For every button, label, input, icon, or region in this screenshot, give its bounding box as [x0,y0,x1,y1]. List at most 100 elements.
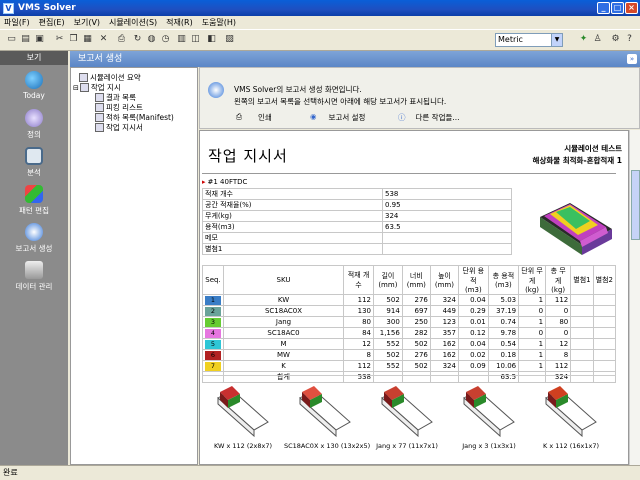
cell-uw: 1 [518,338,547,350]
cut-icon[interactable]: ✂ [54,34,65,45]
seq-cell: 4 [202,327,224,339]
sidebar: 보기 Today 정의 분석 패턴 편집 보고서 생성 데이터 관리 [0,51,68,465]
col-header: 별첨2 [592,265,617,295]
gear-icon [25,109,43,127]
menu-simulation[interactable]: 시뮬레이션(S) [109,17,157,28]
col-header: 너비 (mm) [401,265,431,295]
menu-view[interactable]: 보기(V) [74,17,100,28]
cell-uv: 0.09 [457,360,489,372]
container-name: #1 40FTDC [207,178,248,186]
sku-cell: MW [223,349,344,361]
database-icon [25,261,43,279]
copy-icon[interactable]: ❐ [68,34,79,45]
title-bar: V VMS Solver _ □ × [0,0,640,16]
data-icon[interactable]: ◧ [206,34,217,45]
cell-tw: 12 [545,338,572,350]
sidebar-item-data[interactable]: 데이터 관리 [0,261,68,292]
cell-uv: 0.02 [457,349,489,361]
seq-swatch: 5 [205,339,221,349]
units-select-value: Metric [498,35,523,44]
report-settings-action[interactable]: ◉ 보고서 설정 [310,112,365,123]
collapse-icon[interactable]: » [627,54,637,64]
paste-icon[interactable]: ▦ [82,34,93,45]
report-title: 작업 지시서 [208,147,288,165]
table-row: 1 KW 112 502 276 324 0.04 5.03 1 112 [202,294,617,306]
prop-label: 메모 [202,232,383,244]
print-action[interactable]: ⎙ 인쇄 [236,112,272,123]
cell-note1 [570,327,594,339]
cell-uw: 1 [518,360,547,372]
pin-icon[interactable]: ✦ [578,34,589,45]
info-icon: ⓘ [398,113,406,122]
report-icon[interactable]: ▥ [176,34,187,45]
seq-swatch: 3 [205,317,221,327]
col-header: 단위 용적 (m3) [457,265,489,295]
sidebar-item-analysis[interactable]: 분석 [0,147,68,178]
maximize-button[interactable]: □ [611,2,624,14]
chart-icon[interactable]: ▨ [224,34,235,45]
cell-qty: 84 [343,327,374,339]
sku-cell: M [223,338,344,350]
info-line-2: 왼쪽의 보고서 목록을 선택하시면 아래에 해당 보고서가 표시됩니다. [234,97,447,106]
scrollbar-thumb[interactable] [631,170,640,240]
clock-icon[interactable]: ◷ [160,34,171,45]
sidebar-item-definition[interactable]: 정의 [0,109,68,140]
cell-qty: 112 [343,294,374,306]
container-properties: 적재 개수 538 공간 적재율(%) 0.95 무게(kg) 324 용적(m3) 6… [202,188,512,255]
help-icon[interactable]: ? [624,34,635,45]
print-action-label: 인쇄 [258,113,272,122]
refresh-icon[interactable]: ↻ [132,34,143,45]
cell-uv: 0.29 [457,305,489,317]
col-header: Seq. [202,265,224,295]
cell-l: 300 [373,316,403,328]
chevron-down-icon[interactable]: ▼ [551,34,562,46]
print-icon[interactable]: ⎙ [116,34,127,45]
cell-tv: 0.18 [487,349,520,361]
new-icon[interactable]: ▭ [6,34,17,45]
close-button[interactable]: × [625,2,638,14]
sidebar-item-pattern-edit[interactable]: 패턴 편집 [0,185,68,216]
cell-l: 552 [373,338,403,350]
report-icon [208,82,224,98]
prop-row: 무게(kg) 324 [202,210,512,222]
user-icon[interactable]: ♙ [592,34,603,45]
prop-value [382,243,512,255]
cell-uw: 1 [518,294,547,306]
pattern-icon [25,185,43,203]
units-select[interactable]: Metric ▼ [495,33,563,47]
collapse-toggle-icon[interactable]: ⊟ [73,84,79,92]
vertical-scrollbar[interactable] [629,130,640,465]
sidebar-item-today[interactable]: Today [0,71,68,100]
cell-qty: 12 [343,338,374,350]
globe-icon[interactable]: ◍ [146,34,157,45]
cell-h: 123 [429,316,459,328]
seq-cell: 6 [202,349,224,361]
sidebar-item-label: 분석 [27,168,41,177]
cell-tv: 0.74 [487,316,520,328]
menu-help[interactable]: 도움말(H) [202,17,236,28]
table-row: 2 SC18AC0X 130 914 697 449 0.29 37.19 0 0 [202,305,617,317]
table-row: 6 MW 8 502 276 162 0.02 0.18 1 8 [202,349,617,361]
prop-row: 적재 개수 538 [202,188,512,200]
tree-item-work-order[interactable]: 작업 지시서 [95,122,143,133]
cell-h: 357 [429,327,459,339]
prop-value: 0.95 [382,199,512,211]
menu-edit[interactable]: 편집(E) [39,17,65,28]
minimize-button[interactable]: _ [597,2,610,14]
pattern-icon[interactable]: ◫ [190,34,201,45]
cell-note1 [570,349,594,361]
other-tasks-action[interactable]: ⓘ 다른 작업들... [398,112,460,123]
open-icon[interactable]: ▤ [20,34,31,45]
settings-icon[interactable]: ⚙ [610,34,621,45]
cell-note1 [570,338,594,350]
menu-file[interactable]: 파일(F) [4,17,30,28]
menu-bar: 파일(F) 편집(E) 보기(V) 시뮬레이션(S) 적재(R) 도움말(H) [0,16,640,29]
menu-loading[interactable]: 적재(R) [166,17,193,28]
thumbnail-caption: K x 112 (16x1x7) [542,442,600,450]
report-subtitle-2: 해상화물 최적화-혼합적재 1 [532,156,622,165]
save-icon[interactable]: ▣ [34,34,45,45]
delete-icon[interactable]: ✕ [98,34,109,45]
pack-3d-icon [381,386,433,438]
sidebar-item-report[interactable]: 보고서 생성 [0,223,68,254]
report-subtitle-1: 시뮬레이션 테스트 [564,144,622,153]
